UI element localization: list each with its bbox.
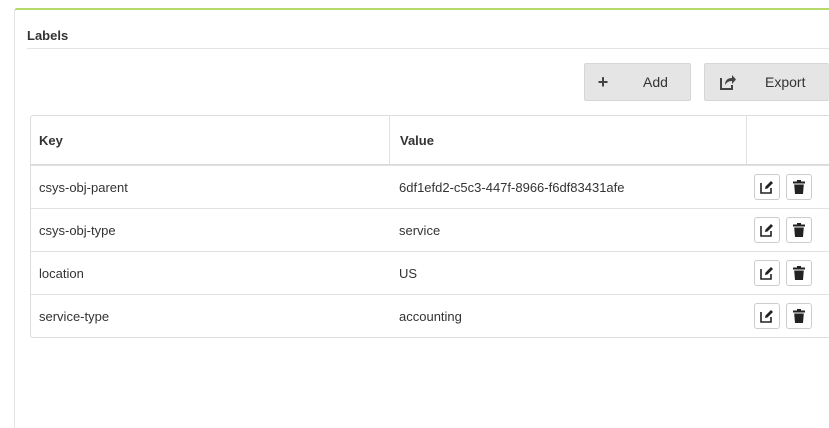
cell-actions xyxy=(746,252,829,294)
table-row: service-type accounting xyxy=(31,294,829,337)
column-header-key: Key xyxy=(39,132,63,148)
trash-icon[interactable] xyxy=(786,303,812,329)
table-row: csys-obj-type service xyxy=(31,208,829,251)
panel-header: Labels ? xyxy=(27,26,829,49)
cell-actions xyxy=(746,209,829,251)
table-header-row: Key Value xyxy=(31,116,829,165)
cell-actions xyxy=(746,295,829,337)
cell-value: service xyxy=(399,222,441,238)
cell-value: accounting xyxy=(399,308,462,324)
cell-key: csys-obj-type xyxy=(39,222,116,238)
cell-value: 6df1efd2-c5c3-447f-8966-f6df83431afe xyxy=(399,179,625,195)
add-button[interactable]: + Add xyxy=(584,63,691,101)
edit-icon[interactable] xyxy=(754,303,780,329)
column-header-actions xyxy=(746,116,829,164)
trash-icon[interactable] xyxy=(786,174,812,200)
cell-key: csys-obj-parent xyxy=(39,179,128,195)
add-button-label: Add xyxy=(643,74,668,90)
trash-icon[interactable] xyxy=(786,260,812,286)
cell-actions xyxy=(746,166,829,208)
cell-key: location xyxy=(39,265,84,281)
column-header-value: Value xyxy=(389,116,746,164)
table-row: location US xyxy=(31,251,829,294)
plus-icon: + xyxy=(597,72,609,92)
cell-value: US xyxy=(399,265,418,281)
table-body: csys-obj-parent 6df1efd2-c5c3-447f-8966-f… xyxy=(31,165,829,337)
edit-icon[interactable] xyxy=(754,260,780,286)
export-icon xyxy=(705,64,741,100)
edit-icon[interactable] xyxy=(754,174,780,200)
panel-title: Labels xyxy=(27,28,69,43)
export-button-label: Export xyxy=(765,74,806,90)
export-button[interactable]: Export xyxy=(704,63,829,101)
table-row: csys-obj-parent 6df1efd2-c5c3-447f-8966-f… xyxy=(31,165,829,208)
trash-icon[interactable] xyxy=(786,217,812,243)
edit-icon[interactable] xyxy=(754,217,780,243)
cell-key: service-type xyxy=(39,308,110,324)
labels-table: Key Value csys-obj-parent 6df1efd2-c5c3-4… xyxy=(30,115,829,338)
